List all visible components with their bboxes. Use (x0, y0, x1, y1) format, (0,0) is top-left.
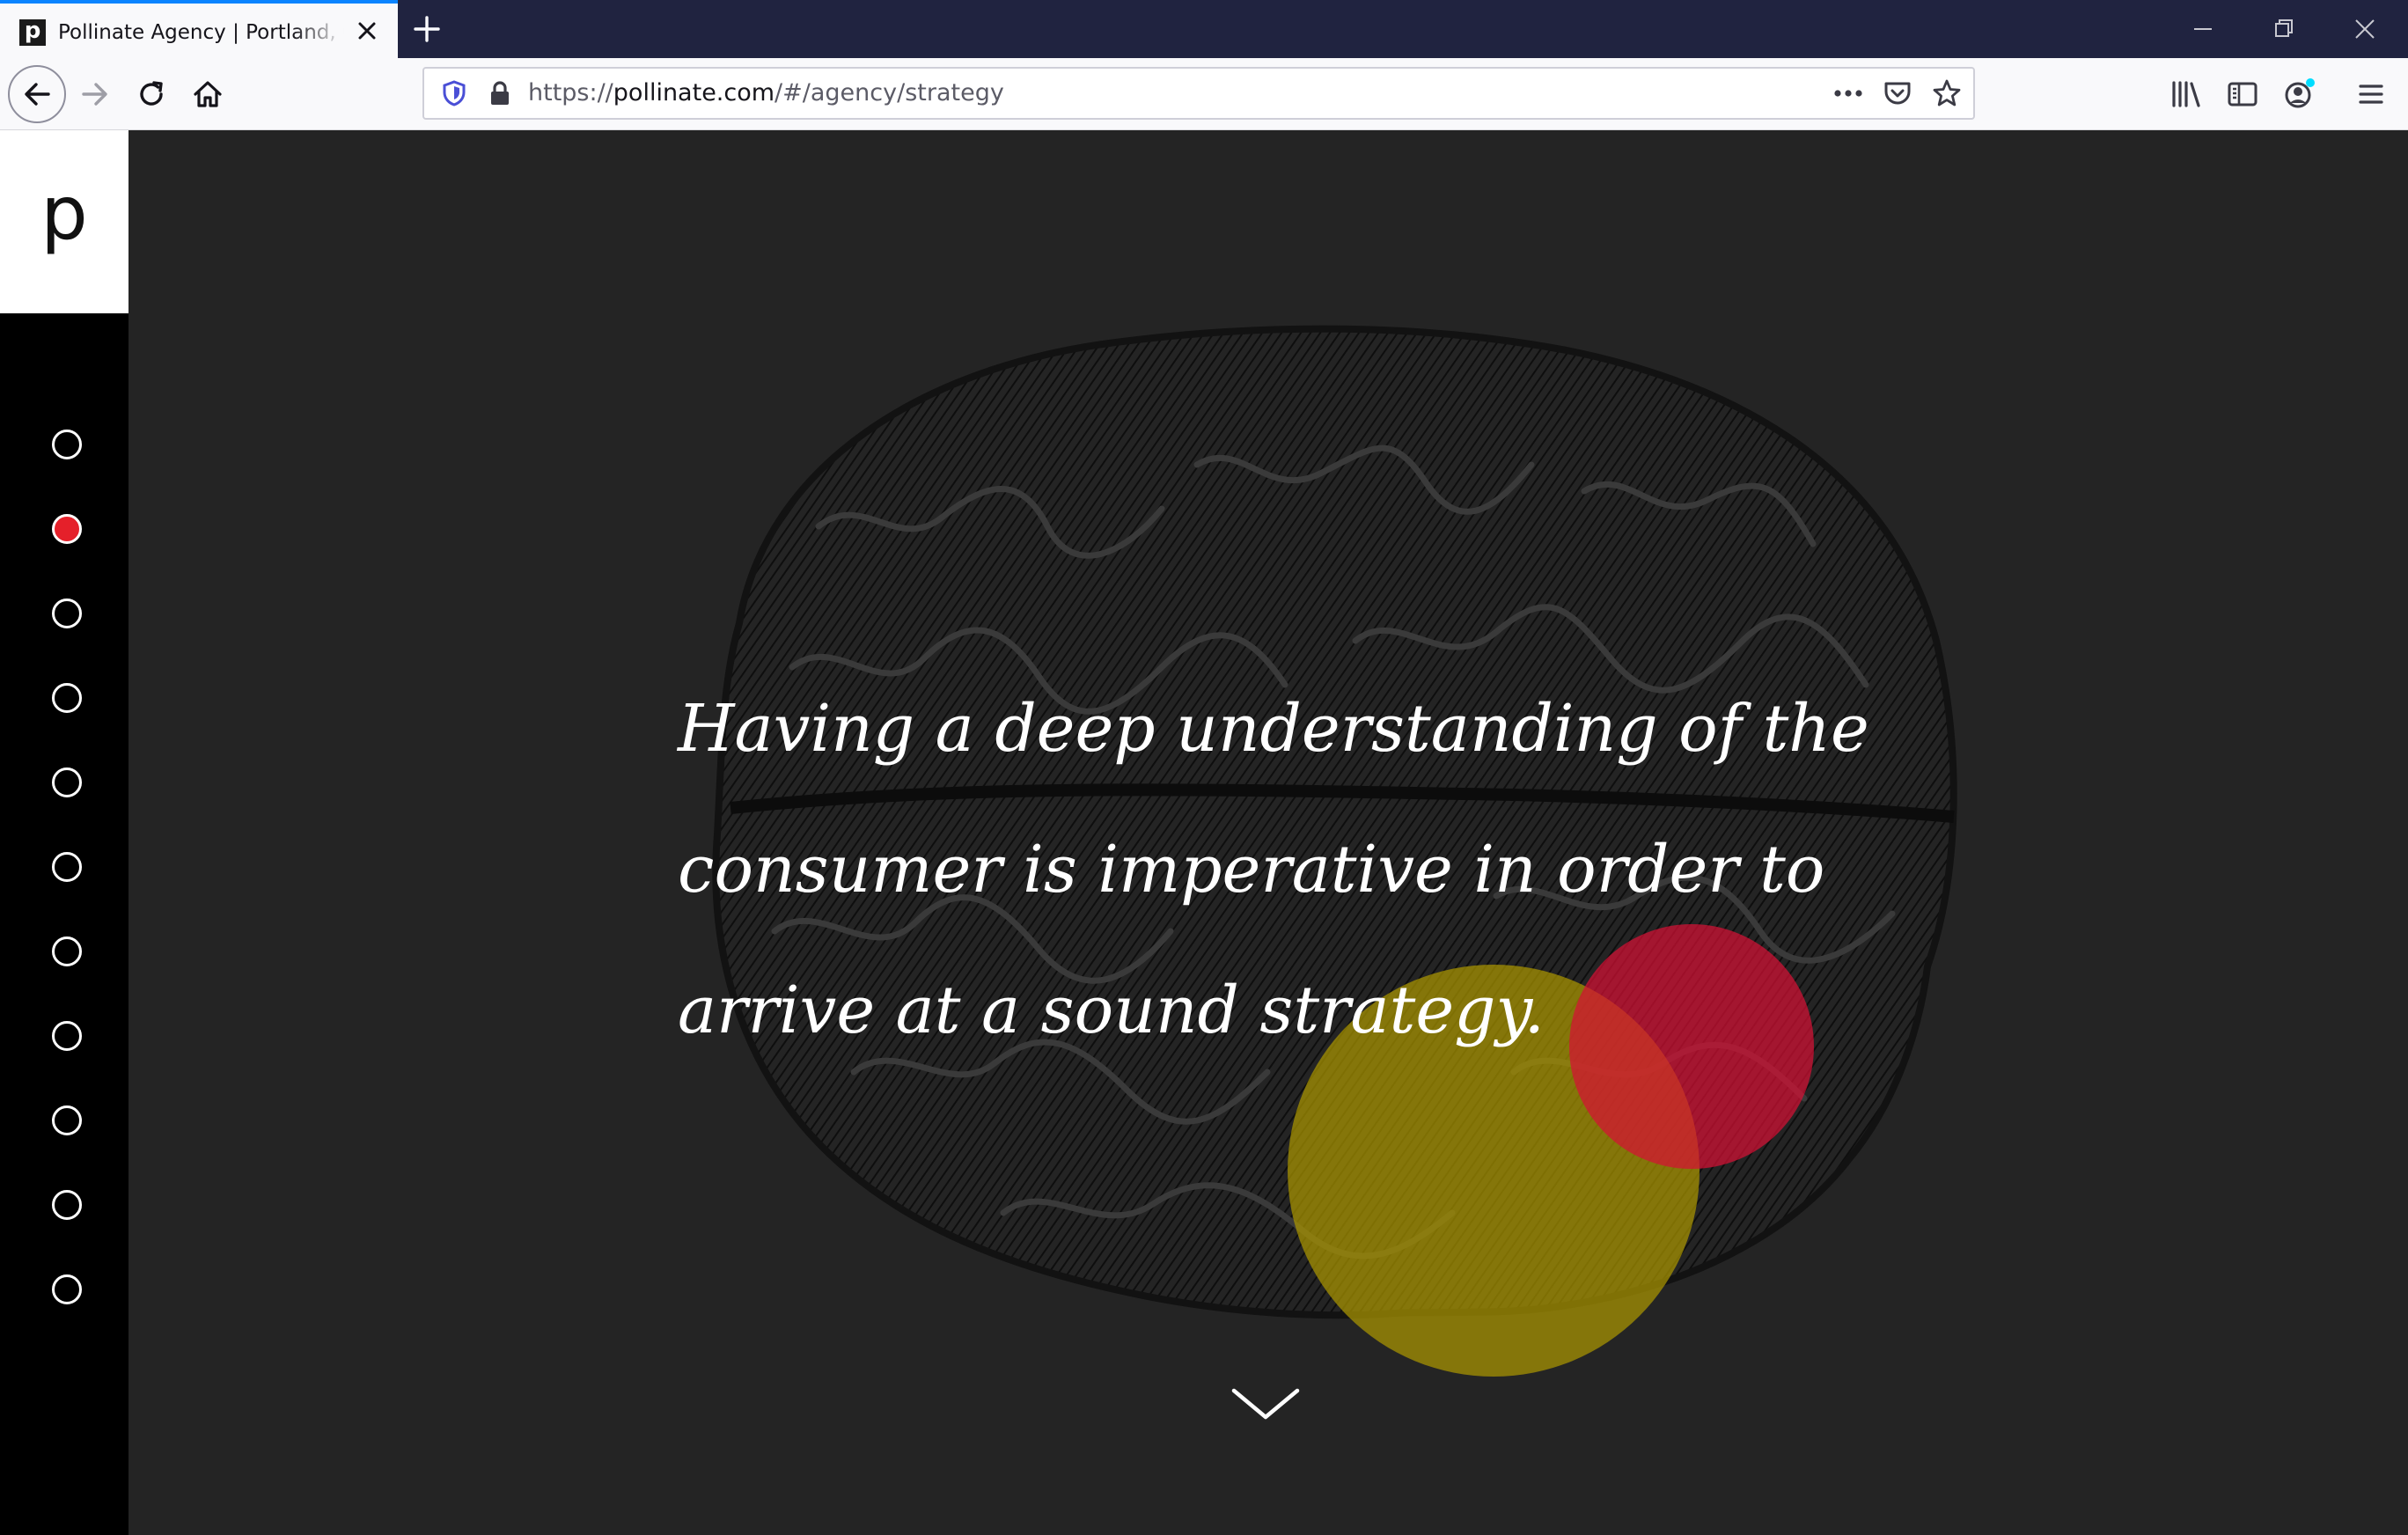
forward-arrow-icon (82, 83, 107, 106)
section-nav-dot[interactable] (52, 1021, 82, 1051)
minimize-window-icon[interactable] (2183, 9, 2223, 49)
section-nav-dot[interactable] (52, 683, 82, 713)
page-content: Having a deep understanding of the consu… (0, 130, 2408, 1535)
url-prefix: https:// (528, 79, 613, 106)
tab-strip: p Pollinate Agency | Portland, Oregon (0, 0, 2408, 58)
section-nav-dot[interactable] (52, 852, 82, 882)
pocket-icon[interactable] (1882, 77, 1913, 109)
reload-icon (140, 81, 163, 106)
logo-box[interactable]: p (0, 130, 128, 313)
url-path: /#/agency/strategy (775, 79, 1004, 106)
new-tab-icon[interactable] (410, 12, 444, 46)
close-window-icon[interactable] (2345, 9, 2385, 49)
section-nav-dot[interactable] (52, 1190, 82, 1220)
section-nav-dot[interactable] (52, 768, 82, 797)
shield-icon[interactable] (438, 77, 470, 109)
lock-icon[interactable] (484, 77, 516, 109)
home-icon (194, 81, 222, 107)
sidebar-button[interactable] (2216, 68, 2269, 121)
site-logo: p (40, 170, 88, 256)
url-text[interactable]: https://pollinate.com/#/agency/strategy (528, 69, 1004, 118)
library-button[interactable] (2160, 68, 2213, 121)
section-nav-dot[interactable] (52, 936, 82, 966)
section-nav-dot[interactable] (52, 1274, 82, 1304)
section-nav-dot[interactable] (52, 1105, 82, 1135)
home-button[interactable] (181, 68, 234, 121)
browser-tab[interactable]: p Pollinate Agency | Portland, Oregon (0, 0, 398, 58)
close-tab-icon[interactable] (352, 16, 382, 46)
section-nav-dot[interactable] (52, 599, 82, 628)
star-icon[interactable] (1931, 77, 1963, 109)
site-favicon-icon: p (19, 19, 46, 46)
account-button[interactable] (2272, 68, 2325, 121)
library-icon (2172, 81, 2200, 107)
strategy-quote: Having a deep understanding of the consu… (678, 691, 1869, 1048)
back-button[interactable] (8, 65, 66, 123)
hamburger-menu-icon (2359, 84, 2383, 104)
address-bar[interactable]: https://pollinate.com/#/agency/strategy (422, 67, 1975, 120)
navigation-toolbar: https://pollinate.com/#/agency/strategy (0, 58, 2408, 130)
section-nav-dot[interactable] (52, 430, 82, 459)
site-sidebar: p (0, 130, 128, 1535)
account-icon (2285, 78, 2315, 108)
sidebar-icon (2228, 82, 2258, 106)
back-arrow-icon (25, 83, 50, 106)
forward-button[interactable] (69, 68, 121, 121)
menu-button[interactable] (2345, 68, 2397, 121)
section-nav-dot[interactable] (52, 514, 82, 544)
chevron-down-icon[interactable] (1230, 1385, 1301, 1424)
restore-window-icon[interactable] (2264, 9, 2304, 49)
reload-button[interactable] (125, 68, 178, 121)
more-icon[interactable] (1832, 77, 1864, 109)
url-domain: pollinate.com (613, 79, 775, 106)
tab-title: Pollinate Agency | Portland, Oregon (58, 21, 344, 44)
